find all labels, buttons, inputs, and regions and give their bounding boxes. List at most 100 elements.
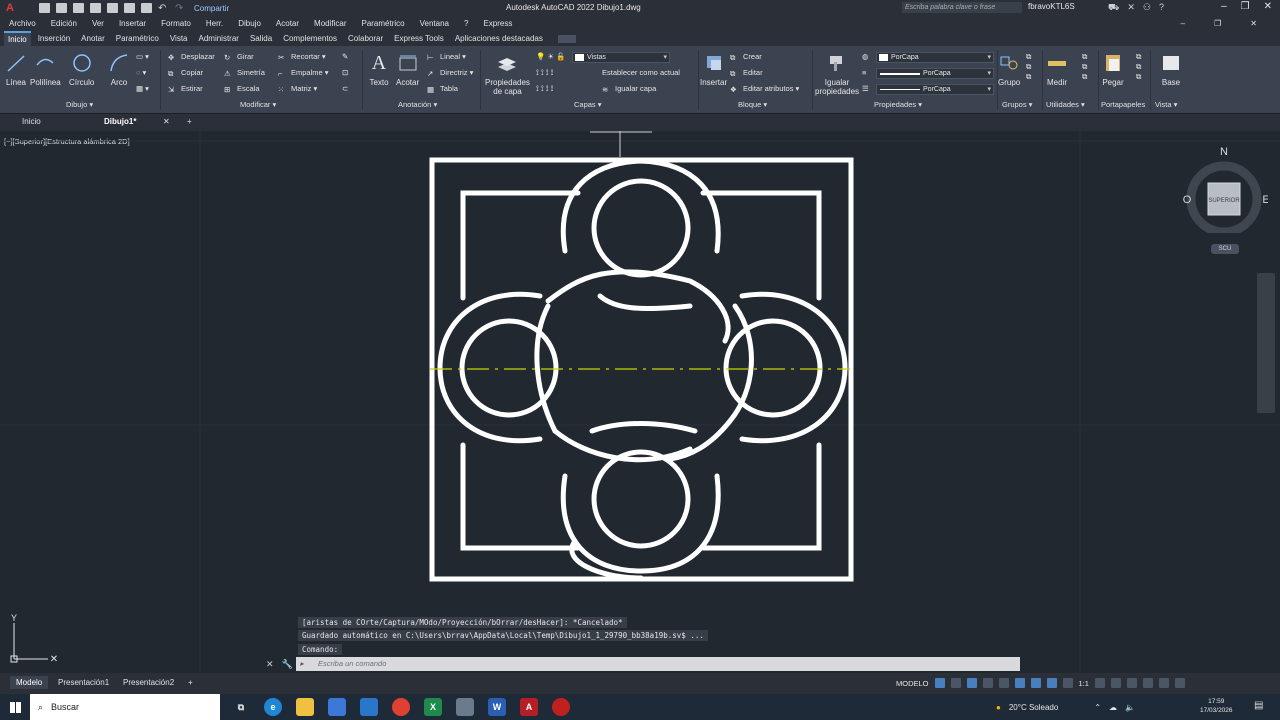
igualar-propiedades-button[interactable]: Igualar propiedades [815,52,859,96]
close-tab-icon[interactable]: ✕ [163,117,170,126]
layout-tab-presentacion1[interactable]: Presentación1 [52,676,115,689]
menu-formato[interactable]: Formato [161,19,191,28]
customize-command-icon[interactable]: 🔧 [282,659,293,670]
autocad-logo-icon[interactable]: A [3,1,17,15]
panel-vista-title[interactable]: Vista ▾ [1155,100,1177,109]
plus-icon[interactable] [1110,678,1121,688]
group-tools[interactable]: ⧉ ⧉ ⧉ [1026,52,1031,82]
editar-bloque-button[interactable]: ⧉ Editar [730,68,763,78]
tab-salida[interactable]: Salida [246,32,276,45]
cart-icon[interactable]: ⛟ [1108,2,1119,14]
layer-tools-row1[interactable]: ⟟ ⟟ ⟟ ⟟ [536,68,553,78]
color-wheel-icon[interactable]: ◍ [862,52,869,61]
tab-insercion[interactable]: Inserción [34,32,74,45]
annotation-scale[interactable]: 1:1 [1079,679,1089,688]
navigation-bar[interactable] [1257,273,1275,413]
annotation-icon[interactable] [1046,678,1057,688]
lineweight-dropdown[interactable]: PorCapa ▾ [876,68,994,79]
weather-icon[interactable]: ● [996,703,1001,712]
file-tab-inicio[interactable]: Inicio [22,117,41,126]
celtic-knot-drawing[interactable] [0,131,1280,673]
editar-atributos-button[interactable]: ❖ Editar atributos ▾ [730,84,799,94]
web-save-icon[interactable] [124,3,135,13]
tab-colaborar[interactable]: Colaborar [344,32,387,45]
restore-button[interactable]: ❐ [1241,1,1250,12]
tab-anotar[interactable]: Anotar [77,32,109,45]
calculator-icon[interactable] [456,698,474,716]
windows-start-icon[interactable] [0,694,30,720]
object-snap-icon[interactable] [1014,678,1025,688]
simetria-button[interactable]: ⚠ Simetría [224,68,265,78]
help-icon[interactable]: ? [1159,2,1164,14]
weather-label[interactable]: 20°C Soleado [1009,703,1058,712]
clipboard-tools[interactable]: ⧉ ⧉ ⧉ [1136,52,1141,82]
taskbar-search[interactable]: ⌕ Buscar [30,694,220,720]
panel-grupos-title[interactable]: Grupos ▾ [1002,100,1032,109]
menu-express[interactable]: Express [483,19,512,28]
menu-edicion[interactable]: Edición [51,19,77,28]
clock[interactable]: 17:59 17/03/2026 [1200,697,1233,715]
grid-icon[interactable] [934,678,945,688]
redo-icon[interactable]: ↷ [175,3,186,14]
task-view-icon[interactable]: ⧉ [232,698,250,716]
chrome-icon[interactable] [392,698,410,716]
tab-vista[interactable]: Vista [166,32,192,45]
gradient-icon[interactable]: ▦ ▾ [136,84,149,93]
ribbon-minimize-button[interactable] [557,34,576,43]
menu-ver[interactable]: Ver [92,19,104,28]
offset-icon[interactable]: ⊂ [342,84,348,93]
doc-close-button[interactable]: ✕ [1250,19,1257,28]
medir-button[interactable]: Medir [1046,52,1068,87]
estirar-button[interactable]: ⇲ Estirar [168,84,203,94]
store-icon[interactable] [328,698,346,716]
crear-bloque-button[interactable]: ⧉ Crear [730,52,762,62]
layout-tab-presentacion2[interactable]: Presentación2 [117,676,180,689]
viewcube[interactable]: N S E O SUPERIOR [1182,143,1268,233]
file-tab-dibujo1[interactable]: Dibujo1* [104,117,136,126]
close-command-icon[interactable]: ✕ [266,659,274,670]
matriz-button[interactable]: ⁙ Matriz ▾ [278,84,317,94]
circulo-button[interactable]: Círculo [69,52,94,87]
tab-express-tools[interactable]: Express Tools [390,32,448,45]
recortar-button[interactable]: ✂ Recortar ▾ [278,52,326,62]
linetype-icon[interactable]: ☰ [862,84,869,93]
copiar-button[interactable]: ⧉ Copiar [168,68,203,78]
gear-icon[interactable] [1094,678,1105,688]
doc-restore-button[interactable]: ❐ [1214,19,1221,28]
new-file-icon[interactable] [39,3,50,13]
layout-tab-modelo[interactable]: Modelo [10,676,49,689]
panel-propiedades-title[interactable]: Propiedades ▾ [874,100,922,109]
ortho-icon[interactable] [966,678,977,688]
edge-icon[interactable]: e [264,698,282,716]
share-button[interactable]: Compartir [194,4,229,13]
menu-dibujo[interactable]: Dibujo [238,19,261,28]
base-view-button[interactable]: Base [1160,52,1182,87]
linea-button[interactable]: Línea [5,52,27,87]
menu-help[interactable]: ? [464,19,468,28]
tab-aplicaciones-destacadas[interactable]: Aplicaciones destacadas [451,32,547,45]
layer-tools-row2[interactable]: ⟟ ⟟ ⟟ ⟟ [536,84,553,94]
hardware-accel-icon[interactable] [1142,678,1153,688]
command-input[interactable]: ▸ Escriba un comando [296,657,1020,671]
erase-icon[interactable]: ✎ [342,52,348,61]
panel-capas-title[interactable]: Capas ▾ [574,100,602,109]
isolate-icon[interactable] [1126,678,1137,688]
tabla-button[interactable]: ▦ Tabla [427,84,458,94]
minimize-button[interactable]: – [1221,1,1227,12]
arco-button[interactable]: Arco [108,52,130,87]
notifications-icon[interactable]: ▤ [1254,700,1263,711]
excel-icon[interactable]: X [424,698,442,716]
panel-modificar-title[interactable]: Modificar ▾ [240,100,276,109]
panel-bloque-title[interactable]: Bloque ▾ [738,100,767,109]
propiedades-capa-button[interactable]: Propiedades de capa [485,52,530,96]
menu-archivo[interactable]: Archivo [9,19,36,28]
panel-dibujo-title[interactable]: Dibujo ▾ [66,100,93,109]
grupo-button[interactable]: Grupo [998,52,1020,87]
open-file-icon[interactable] [56,3,67,13]
insertar-bloque-button[interactable]: Insertar [700,52,727,87]
doc-minimize-button[interactable]: – [1181,19,1185,28]
exchange-icon[interactable]: ✕ [1127,2,1135,14]
desplazar-button[interactable]: ✥ Desplazar [168,52,215,62]
menu-ventana[interactable]: Ventana [420,19,449,28]
snap-icon[interactable] [950,678,961,688]
